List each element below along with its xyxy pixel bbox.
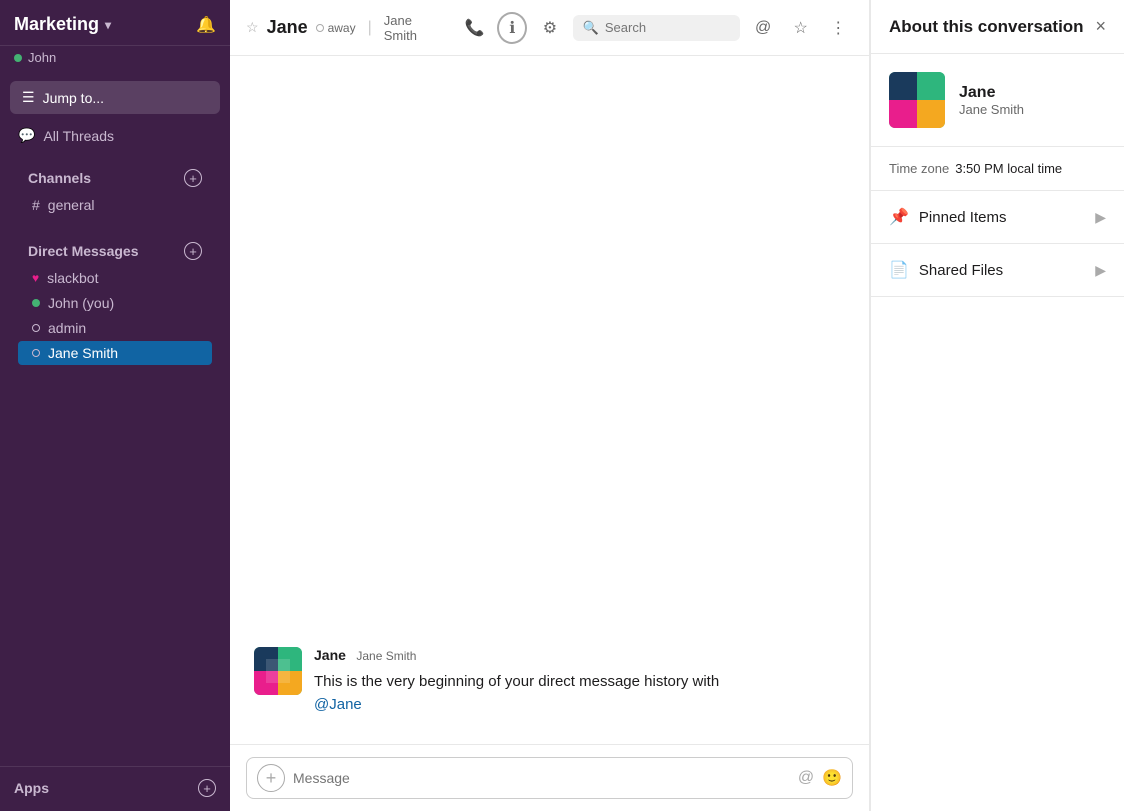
user-name-label: John (28, 50, 56, 65)
chat-header: ☆ Jane away | Jane Smith 📞 ℹ ⚙ 🔍 @ ☆ ⋮ (230, 0, 869, 56)
right-user-section: Jane Jane Smith (871, 54, 1124, 147)
more-icon[interactable]: ⋮ (823, 12, 853, 44)
bell-icon[interactable]: 🔔 (196, 15, 216, 35)
search-input[interactable] (605, 20, 730, 35)
timezone-section: Time zone 3:50 PM local time (871, 147, 1124, 191)
away-dot-icon (316, 24, 324, 32)
john-label: John (you) (48, 295, 114, 311)
sidebar-item-john[interactable]: John (you) (18, 291, 212, 315)
message-author: Jane (314, 647, 346, 663)
dm-header: Direct Messages + (14, 238, 216, 264)
right-user-info: Jane Jane Smith (959, 84, 1024, 117)
right-panel-header: About this conversation × (871, 0, 1124, 54)
user-status-row: John (0, 46, 230, 73)
search-icon: 🔍 (583, 20, 599, 36)
message-group: Jane Jane Smith This is the very beginni… (254, 647, 845, 716)
message-content: Jane Jane Smith This is the very beginni… (314, 647, 719, 716)
jump-label: Jump to... (43, 90, 104, 106)
jane-label: Jane Smith (48, 345, 118, 361)
add-dm-button[interactable]: + (184, 242, 202, 260)
right-panel-close-button[interactable]: × (1095, 16, 1106, 37)
shared-files-row[interactable]: 📄 Shared Files ▶ (871, 244, 1124, 297)
sidebar-item-jane[interactable]: Jane Smith (18, 341, 212, 365)
pinned-items-label: Pinned Items (919, 209, 1007, 226)
dm-label: Direct Messages (28, 243, 139, 259)
apps-label: Apps (14, 780, 49, 796)
chat-title: Jane (267, 17, 308, 38)
header-search-box[interactable]: 🔍 (573, 15, 741, 41)
add-app-button[interactable]: + (198, 779, 216, 797)
files-icon: 📄 (889, 260, 909, 280)
sidebar: Marketing ▾ 🔔 John ☰ Jump to... 💬 All Th… (0, 0, 230, 811)
star-filled-icon[interactable]: ☆ (786, 12, 816, 44)
message-text: This is the very beginning of your direc… (314, 671, 719, 716)
add-channel-button[interactable]: + (184, 169, 202, 187)
workspace-name[interactable]: Marketing ▾ (14, 14, 111, 35)
message-input[interactable] (293, 770, 790, 786)
settings-icon[interactable]: ⚙ (535, 12, 565, 44)
all-threads-label: All Threads (43, 128, 114, 144)
mention-link[interactable]: @Jane (314, 696, 362, 713)
sidebar-item-admin[interactable]: admin (18, 316, 212, 340)
shared-files-label: Shared Files (919, 262, 1003, 279)
header-username: Jane Smith (384, 13, 444, 43)
input-add-button[interactable]: + (257, 764, 285, 792)
slackbot-heart-icon: ♥ (32, 271, 39, 285)
channels-header: Channels + (14, 165, 216, 191)
chat-input-box: + @ 🙂 (246, 757, 853, 799)
threads-icon: 💬 (18, 127, 35, 144)
sidebar-header: Marketing ▾ 🔔 (0, 0, 230, 46)
star-icon[interactable]: ☆ (246, 19, 259, 36)
channels-section: Channels + # general (0, 149, 230, 222)
away-label: away (328, 21, 356, 35)
header-divider: | (368, 19, 372, 37)
at-icon[interactable]: @ (748, 12, 778, 44)
sidebar-item-all-threads[interactable]: 💬 All Threads (4, 123, 226, 148)
message-username: Jane Smith (356, 649, 416, 663)
sidebar-bottom: Apps + (0, 766, 230, 811)
info-icon[interactable]: ℹ (497, 12, 527, 44)
apps-header: Apps + (0, 775, 230, 801)
slackbot-label: slackbot (47, 270, 98, 286)
jump-to-button[interactable]: ☰ Jump to... (10, 81, 220, 114)
channel-name: general (48, 197, 95, 213)
phone-icon[interactable]: 📞 (460, 12, 490, 44)
message-avatar (254, 647, 302, 695)
shared-files-left: 📄 Shared Files (889, 260, 1003, 280)
jane-status-dot (32, 349, 40, 357)
tz-label: Time zone (889, 161, 949, 176)
emoji-icon[interactable]: 🙂 (822, 768, 842, 788)
hash-icon: # (32, 197, 40, 213)
message-text-before: This is the very beginning of your direc… (314, 673, 719, 690)
chat-input-area: + @ 🙂 (230, 744, 869, 811)
right-panel: About this conversation × Jane Jane Smit… (870, 0, 1124, 811)
sidebar-item-general[interactable]: # general (18, 193, 212, 217)
right-fullname: Jane Smith (959, 102, 1024, 117)
right-username: Jane (959, 84, 1024, 102)
tz-time: 3:50 PM local time (955, 161, 1062, 176)
sidebar-item-slackbot[interactable]: ♥ slackbot (18, 266, 212, 290)
pinned-chevron-icon: ▶ (1095, 209, 1106, 226)
pinned-items-row[interactable]: 📌 Pinned Items ▶ (871, 191, 1124, 244)
workspace-chevron-icon: ▾ (105, 18, 111, 32)
channels-label: Channels (28, 170, 91, 186)
dm-section: Direct Messages + ♥ slackbot John (you) … (0, 222, 230, 370)
main-chat-area: ☆ Jane away | Jane Smith 📞 ℹ ⚙ 🔍 @ ☆ ⋮ (230, 0, 870, 811)
john-status-dot (32, 299, 40, 307)
away-badge: away (316, 21, 356, 35)
pin-icon: 📌 (889, 207, 909, 227)
jump-icon: ☰ (22, 89, 35, 106)
user-status-dot (14, 54, 22, 62)
admin-status-dot (32, 324, 40, 332)
right-avatar (889, 72, 945, 128)
at-message-icon[interactable]: @ (798, 769, 814, 787)
pinned-items-left: 📌 Pinned Items (889, 207, 1006, 227)
right-panel-title: About this conversation (889, 17, 1084, 37)
admin-label: admin (48, 320, 86, 336)
workspace-label: Marketing (14, 14, 99, 35)
chat-body: Jane Jane Smith This is the very beginni… (230, 56, 869, 744)
shared-chevron-icon: ▶ (1095, 262, 1106, 279)
